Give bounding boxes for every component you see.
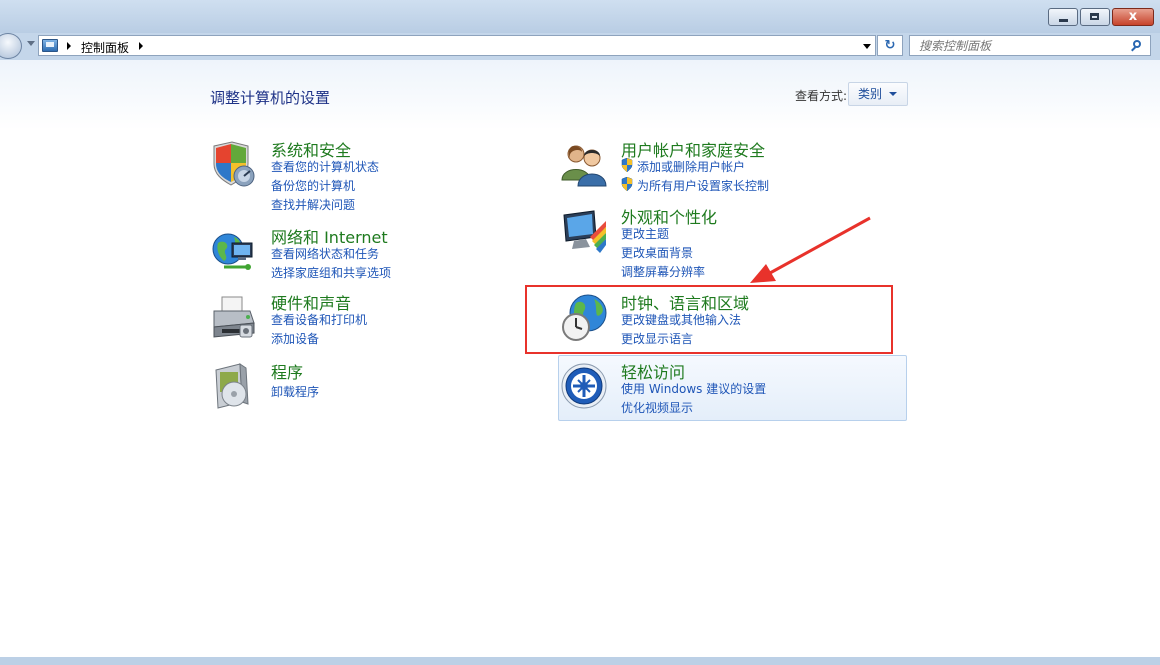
refresh-button[interactable]: ↻ xyxy=(877,35,903,56)
close-icon: x xyxy=(1128,9,1138,24)
address-dropdown-icon[interactable] xyxy=(863,44,871,49)
window-bottom-frame xyxy=(0,657,1160,665)
control-panel-content: 调整计算机的设置 查看方式: 类别 系统和安全 查看您的计算机状态 备份您的计算… xyxy=(0,60,1160,657)
breadcrumb-separator-icon[interactable] xyxy=(139,42,143,50)
control-panel-icon xyxy=(42,39,58,52)
back-button[interactable] xyxy=(0,33,22,59)
window-titlebar: x xyxy=(0,0,1160,33)
caption-buttons: x xyxy=(1046,8,1154,26)
maximize-icon xyxy=(1090,13,1099,20)
navigation-bar: 控制面板 ↻ xyxy=(0,33,1160,59)
history-dropdown-icon[interactable] xyxy=(27,41,35,46)
address-bar[interactable]: 控制面板 xyxy=(38,35,876,56)
search-input[interactable] xyxy=(909,35,1151,56)
breadcrumb-control-panel[interactable]: 控制面板 xyxy=(81,39,129,56)
search-icon[interactable] xyxy=(1133,40,1141,48)
breadcrumb-separator-icon[interactable] xyxy=(67,42,71,50)
close-button[interactable]: x xyxy=(1112,8,1154,26)
minimize-button[interactable] xyxy=(1048,8,1078,26)
maximize-button[interactable] xyxy=(1080,8,1110,26)
minimize-icon xyxy=(1059,19,1068,22)
annotation-arrow-icon xyxy=(750,216,871,283)
